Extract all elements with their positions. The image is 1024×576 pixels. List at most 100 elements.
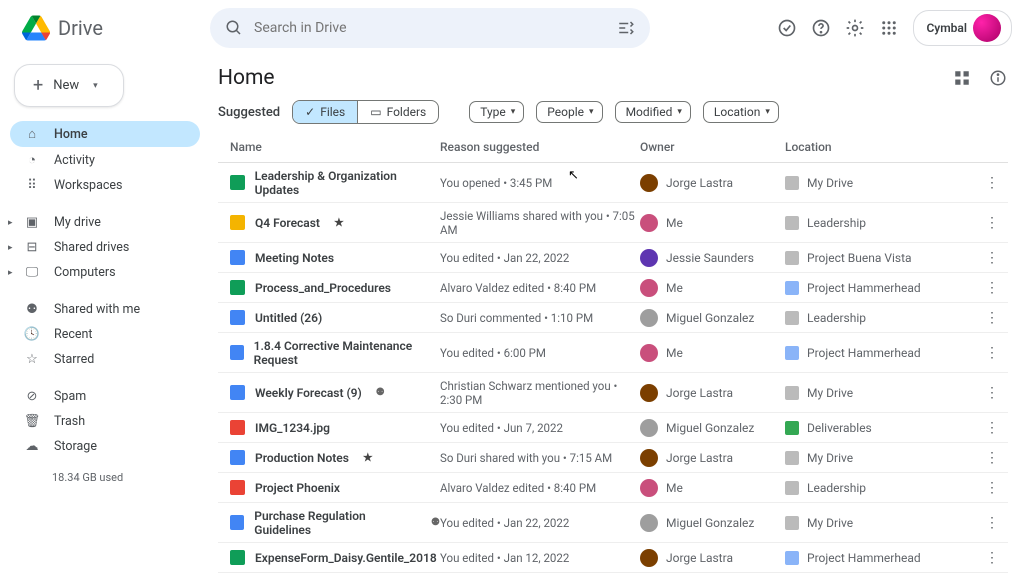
owner-name: Miguel Gonzalez (666, 516, 754, 530)
chip-modified[interactable]: Modified (615, 101, 691, 123)
file-name: ExpenseForm_Daisy.Gentile_2018 (255, 551, 437, 565)
row-menu-button[interactable]: ⋮ (980, 345, 1004, 361)
sidebar-item-label: Spam (54, 389, 86, 404)
table-row[interactable]: 1.8.4 Corrective Maintenance RequestYou … (218, 333, 1008, 373)
activity-icon: ◔ (24, 152, 40, 168)
sidebar-item-spam[interactable]: ⊘ Spam (10, 384, 200, 409)
file-name: Weekly Forecast (9) (255, 386, 362, 400)
segment-folders[interactable]: ▭ Folders (357, 101, 438, 123)
sidebar-item-activity[interactable]: ◔ Activity (10, 147, 200, 173)
sidebar-item-home[interactable]: ⌂Home (10, 121, 200, 147)
spam-icon: ⊘ (24, 389, 40, 404)
table-row[interactable]: Untitled (26)So Duri commented • 1:10 PM… (218, 303, 1008, 333)
row-menu-button[interactable]: ⋮ (980, 420, 1004, 436)
sidebar-item-label: Activity (54, 153, 95, 168)
sidebar-item-recent[interactable]: 🕓Recent (10, 322, 200, 347)
table-row[interactable]: Meeting NotesYou edited • Jan 22, 2022Je… (218, 243, 1008, 273)
info-icon[interactable] (988, 68, 1008, 88)
table-row[interactable]: Weekly Forecast (9)⚉Christian Schwarz me… (218, 373, 1008, 413)
star-icon: ★ (334, 216, 344, 229)
sidebar-item-my-drive[interactable]: ▣My drive (10, 210, 200, 235)
location-name: Project Buena Vista (807, 251, 912, 265)
location-icon (785, 216, 799, 230)
col-location[interactable]: Location (785, 140, 980, 154)
table-row[interactable]: Purchase Regulation Guidelines⚉You edite… (218, 503, 1008, 543)
table-row[interactable]: ExpenseForm_Daisy.Gentile_2018You edited… (218, 543, 1008, 573)
table-row[interactable]: Project PhoenixAlvaro Valdez edited • 8:… (218, 473, 1008, 503)
chevron-down-icon: ▾ (93, 81, 98, 91)
col-name[interactable]: Name (230, 140, 440, 154)
file-reason: You edited • 6:00 PM (440, 346, 640, 360)
sidebar-item-computers[interactable]: 🖵Computers (10, 260, 200, 285)
sidebar: + New ▾ ⌂Home ◔ Activity ⠿Workspaces ▣My dr… (0, 56, 210, 576)
sidebar-item-starred[interactable]: ☆Starred (10, 347, 200, 372)
sidebar-item-trash[interactable]: 🗑Trash (10, 409, 200, 434)
file-type-icon (230, 420, 245, 435)
search-options-icon[interactable] (616, 18, 636, 38)
chip-type[interactable]: Type (469, 101, 524, 123)
row-menu-button[interactable]: ⋮ (980, 310, 1004, 326)
row-menu-button[interactable]: ⋮ (980, 515, 1004, 531)
settings-icon[interactable] (845, 18, 865, 38)
shared-drives-icon: ⊟ (24, 240, 40, 255)
row-menu-button[interactable]: ⋮ (980, 175, 1004, 191)
sidebar-item-workspaces[interactable]: ⠿Workspaces (10, 173, 200, 198)
row-menu-button[interactable]: ⋮ (980, 480, 1004, 496)
new-button[interactable]: + New ▾ (14, 64, 124, 107)
file-name: Production Notes (255, 451, 349, 465)
sidebar-item-label: Shared with me (54, 302, 140, 317)
file-name: Purchase Regulation Guidelines (254, 509, 417, 537)
table-row[interactable]: Process_and_Procedures Alvaro Valdez edit… (218, 273, 1008, 303)
col-reason[interactable]: Reason suggested (440, 140, 640, 154)
file-type-icon (230, 310, 245, 325)
suggested-segment: ✓ Files ▭ Folders (292, 100, 439, 124)
search-bar[interactable] (210, 8, 650, 48)
file-name: Process_and_Procedures (255, 281, 391, 295)
chip-people[interactable]: People (536, 101, 602, 123)
star-icon: ★ (363, 451, 373, 464)
org-label: Cymbal (926, 21, 967, 35)
ready-offline-icon[interactable] (777, 18, 797, 38)
file-reason: You opened • 3:45 PM (440, 176, 640, 190)
file-name: Meeting Notes (255, 251, 334, 265)
file-reason: You edited • Jan 22, 2022 (440, 251, 640, 265)
table-row[interactable]: IMG_1234.jpgYou edited • Jun 7, 2022Migu… (218, 413, 1008, 443)
owner-avatar (640, 249, 658, 267)
grid-view-icon[interactable] (952, 68, 972, 88)
row-menu-button[interactable]: ⋮ (980, 280, 1004, 296)
file-type-icon (230, 250, 245, 265)
row-menu-button[interactable]: ⋮ (980, 215, 1004, 231)
table-row[interactable]: Leadership & Organization UpdatesYou ope… (218, 163, 1008, 203)
org-switcher[interactable]: Cymbal (913, 10, 1012, 46)
search-input[interactable] (254, 20, 606, 36)
chip-location[interactable]: Location (703, 101, 779, 123)
search-icon[interactable] (224, 18, 244, 38)
table-row[interactable]: Production Notes★So Duri shared with you… (218, 443, 1008, 473)
location-icon (785, 281, 799, 295)
account-avatar[interactable] (973, 14, 1001, 42)
segment-files[interactable]: ✓ Files (293, 101, 357, 123)
sidebar-item-shared-drives[interactable]: ⊟Shared drives (10, 235, 200, 260)
logo-area[interactable]: Drive (12, 14, 202, 42)
sidebar-item-label: Trash (54, 414, 85, 429)
sidebar-item-storage[interactable]: ☁Storage (10, 434, 200, 459)
owner-avatar (640, 384, 658, 402)
location-name: Deliverables (807, 421, 872, 435)
apps-icon[interactable] (879, 18, 899, 38)
row-menu-button[interactable]: ⋮ (980, 250, 1004, 266)
location-icon (785, 451, 799, 465)
col-owner[interactable]: Owner (640, 140, 785, 154)
location-name: My Drive (807, 516, 853, 530)
support-icon[interactable] (811, 18, 831, 38)
location-icon (785, 516, 799, 530)
sidebar-item-shared-with-me[interactable]: ⚉Shared with me (10, 297, 200, 322)
file-reason: Alvaro Valdez edited • 8:40 PM (440, 281, 640, 295)
starred-icon: ☆ (24, 352, 40, 367)
filters-row: Suggested ✓ Files ▭ Folders Type People … (218, 100, 1008, 132)
row-menu-button[interactable]: ⋮ (980, 550, 1004, 566)
check-icon: ✓ (305, 105, 315, 119)
owner-name: Me (666, 481, 683, 495)
table-row[interactable]: Q4 Forecast★Jessie Williams shared with … (218, 203, 1008, 243)
row-menu-button[interactable]: ⋮ (980, 450, 1004, 466)
row-menu-button[interactable]: ⋮ (980, 385, 1004, 401)
